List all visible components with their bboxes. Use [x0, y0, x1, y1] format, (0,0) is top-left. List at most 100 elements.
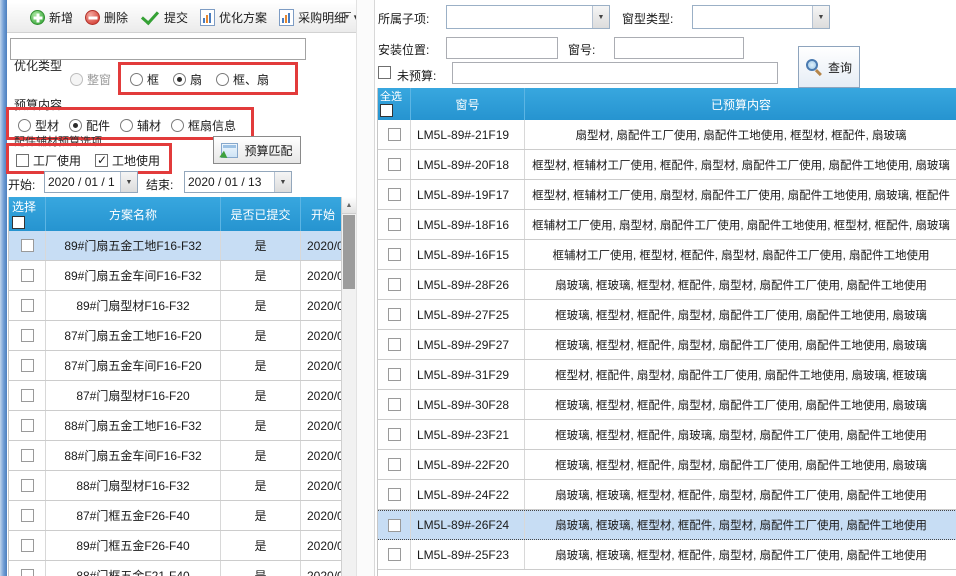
row-select-cell[interactable]	[9, 441, 46, 470]
row-checkbox[interactable]	[388, 428, 401, 441]
row-select-cell[interactable]	[9, 321, 46, 350]
row-select-cell[interactable]	[9, 231, 46, 260]
radio-frame[interactable]: 框	[130, 71, 159, 88]
row-select-cell[interactable]	[9, 411, 46, 440]
table-row[interactable]: 89#门扇五金车间F16-F32是2020/0	[9, 261, 357, 291]
submit-button[interactable]: 提交	[135, 6, 193, 29]
row-select-cell[interactable]	[9, 531, 46, 560]
row-checkbox[interactable]	[388, 519, 401, 532]
no-budget-checkbox[interactable]	[378, 66, 391, 79]
row-checkbox[interactable]	[388, 398, 401, 411]
table-row[interactable]: 89#门框五金F26-F40是2020/0	[9, 531, 357, 561]
table-row[interactable]: LM5L-89#-16F15框辅材工厂使用, 框型材, 框配件, 扇型材, 扇配…	[378, 240, 956, 270]
select-all-checkbox[interactable]	[380, 104, 393, 117]
radio-frame-sash-info[interactable]: 框扇信息	[171, 117, 236, 134]
row-select-cell[interactable]	[378, 360, 411, 389]
panel-divider[interactable]	[356, 0, 375, 576]
row-checkbox[interactable]	[21, 299, 34, 312]
row-checkbox[interactable]	[388, 548, 401, 561]
table-row[interactable]: LM5L-89#-25F23扇玻璃, 框玻璃, 框型材, 框配件, 扇型材, 扇…	[378, 540, 956, 570]
row-checkbox[interactable]	[21, 359, 34, 372]
date-start-picker[interactable]: 2020 / 01 / 1 ▼	[44, 171, 138, 193]
row-checkbox[interactable]	[21, 329, 34, 342]
radio-sash[interactable]: 扇	[173, 71, 202, 88]
row-select-cell[interactable]	[378, 180, 411, 209]
row-checkbox[interactable]	[388, 218, 401, 231]
table-row[interactable]: 87#门框五金F26-F40是2020/0	[9, 501, 357, 531]
table-row[interactable]: 89#门扇型材F16-F32是2020/0	[9, 291, 357, 321]
window-type-combobox[interactable]: ▼	[692, 5, 830, 29]
row-checkbox[interactable]	[21, 269, 34, 282]
table-row[interactable]: LM5L-89#-18F16框辅材工厂使用, 扇型材, 扇配件工厂使用, 扇配件…	[378, 210, 956, 240]
table-row[interactable]: 88#门扇五金工地F16-F32是2020/0	[9, 411, 357, 441]
row-checkbox[interactable]	[388, 188, 401, 201]
table-row[interactable]: LM5L-89#-20F18框型材, 框辅材工厂使用, 框配件, 扇型材, 扇配…	[378, 150, 956, 180]
row-select-cell[interactable]	[378, 450, 411, 479]
row-checkbox[interactable]	[21, 449, 34, 462]
row-checkbox[interactable]	[21, 389, 34, 402]
row-checkbox[interactable]	[21, 539, 34, 552]
row-select-cell[interactable]	[378, 240, 411, 269]
window-no-input[interactable]	[614, 37, 744, 59]
row-checkbox[interactable]	[388, 488, 401, 501]
row-select-cell[interactable]	[9, 561, 46, 576]
scrollbar-thumb[interactable]	[343, 215, 355, 289]
row-select-cell[interactable]	[378, 511, 411, 539]
radio-frame-sash[interactable]: 框、扇	[216, 71, 269, 88]
chevron-down-icon[interactable]: ▼	[592, 6, 609, 28]
row-select-cell[interactable]	[9, 291, 46, 320]
chevron-down-icon[interactable]: ▼	[274, 172, 291, 192]
row-select-cell[interactable]	[378, 270, 411, 299]
table-row[interactable]: 88#门框五金F21-F40是2020/0	[9, 561, 357, 576]
row-checkbox[interactable]	[21, 509, 34, 522]
row-checkbox[interactable]	[388, 458, 401, 471]
radio-profile[interactable]: 型材	[18, 117, 59, 134]
row-checkbox[interactable]	[21, 569, 34, 576]
table-row[interactable]: 88#门扇五金车间F16-F32是2020/0	[9, 441, 357, 471]
select-all-checkbox[interactable]	[12, 216, 25, 229]
table-row[interactable]: 89#门扇五金工地F16-F32是2020/0	[9, 231, 357, 261]
row-select-cell[interactable]	[9, 501, 46, 530]
table-row[interactable]: 88#门扇型材F16-F32是2020/0	[9, 471, 357, 501]
date-end-picker[interactable]: 2020 / 01 / 13 ▼	[184, 171, 292, 193]
window-no-column-header[interactable]: 窗号	[411, 88, 525, 120]
row-checkbox[interactable]	[21, 479, 34, 492]
row-select-cell[interactable]	[9, 351, 46, 380]
name-column-header[interactable]: 方案名称	[46, 197, 221, 231]
row-select-cell[interactable]	[378, 330, 411, 359]
table-row[interactable]: LM5L-89#-30F28框玻璃, 框型材, 框配件, 扇型材, 扇配件工厂使…	[378, 390, 956, 420]
checkbox-factory-use[interactable]: 工厂使用	[16, 152, 81, 169]
row-select-cell[interactable]	[378, 300, 411, 329]
row-select-cell[interactable]	[9, 471, 46, 500]
table-row[interactable]: 87#门扇型材F16-F20是2020/0	[9, 381, 357, 411]
row-checkbox[interactable]	[388, 338, 401, 351]
submitted-column-header[interactable]: 是否已提交	[221, 197, 301, 231]
delete-button[interactable]: 删除	[80, 6, 133, 29]
row-checkbox[interactable]	[388, 128, 401, 141]
table-row[interactable]: 87#门扇五金工地F16-F20是2020/0	[9, 321, 357, 351]
table-row[interactable]: LM5L-89#-21F19扇型材, 扇配件工厂使用, 扇配件工地使用, 框型材…	[378, 120, 956, 150]
table-row[interactable]: 87#门扇五金车间F16-F20是2020/0	[9, 351, 357, 381]
table-row[interactable]: LM5L-89#-22F20框玻璃, 框型材, 框配件, 扇型材, 扇配件工厂使…	[378, 450, 956, 480]
table-row[interactable]: LM5L-89#-26F24扇玻璃, 框玻璃, 框型材, 框配件, 扇型材, 扇…	[378, 510, 956, 540]
budgeted-content-column-header[interactable]: 已预算内容	[525, 88, 956, 120]
sub-item-combobox[interactable]: ▼	[446, 5, 610, 29]
table-row[interactable]: LM5L-89#-27F25框玻璃, 框型材, 框配件, 扇型材, 扇配件工厂使…	[378, 300, 956, 330]
table-row[interactable]: LM5L-89#-24F22扇玻璃, 框玻璃, 框型材, 框配件, 扇型材, 扇…	[378, 480, 956, 510]
optimize-plan-button[interactable]: 优化方案	[195, 6, 272, 29]
no-budget-input[interactable]	[452, 62, 778, 84]
add-button[interactable]: 新增	[25, 6, 78, 29]
row-checkbox[interactable]	[21, 419, 34, 432]
row-select-cell[interactable]	[378, 150, 411, 179]
row-select-cell[interactable]	[378, 540, 411, 569]
scroll-up-icon[interactable]: ▲	[342, 197, 356, 214]
chevron-down-icon[interactable]: ▼	[120, 172, 137, 192]
row-select-cell[interactable]	[9, 261, 46, 290]
row-checkbox[interactable]	[388, 248, 401, 261]
table-row[interactable]: LM5L-89#-31F29框型材, 框配件, 扇型材, 扇配件工厂使用, 扇配…	[378, 360, 956, 390]
row-checkbox[interactable]	[388, 308, 401, 321]
row-checkbox[interactable]	[388, 278, 401, 291]
table-row[interactable]: LM5L-89#-28F26扇玻璃, 框玻璃, 框型材, 框配件, 扇型材, 扇…	[378, 270, 956, 300]
row-checkbox[interactable]	[388, 158, 401, 171]
radio-accessory[interactable]: 配件	[69, 117, 110, 134]
